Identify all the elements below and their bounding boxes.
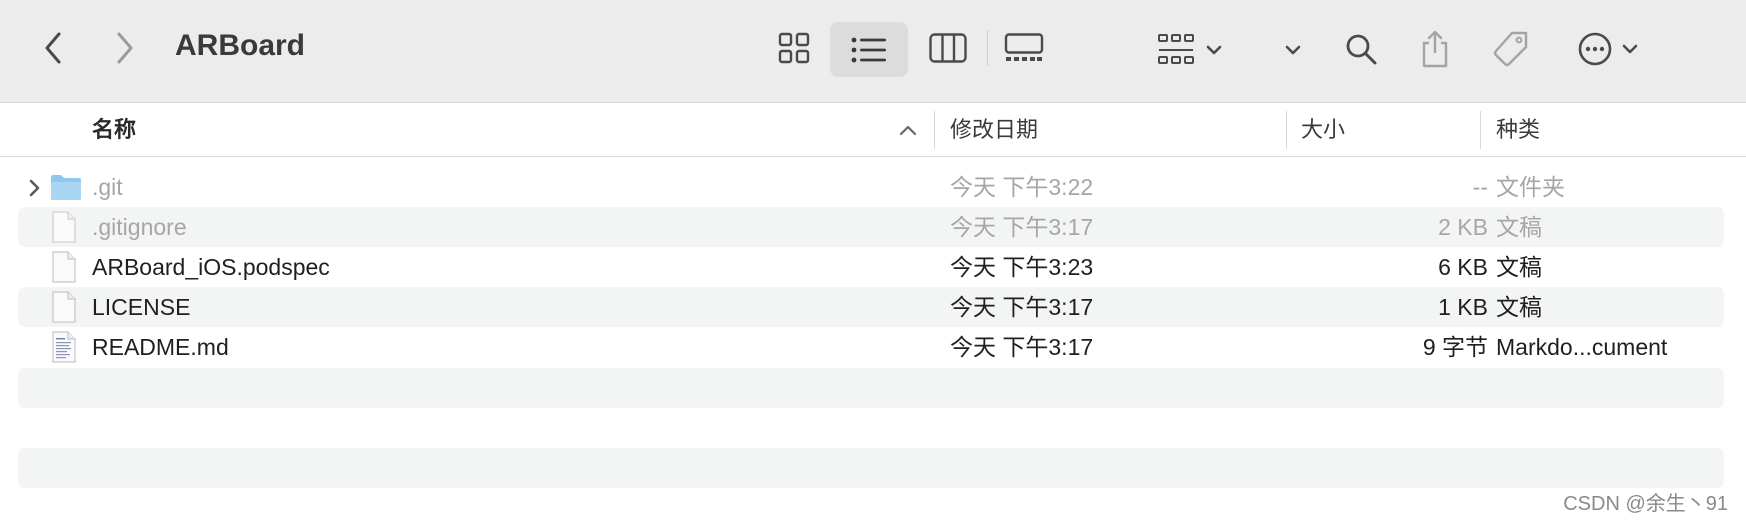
grid-icon xyxy=(778,32,810,64)
file-size: 2 KB xyxy=(1438,214,1488,240)
gallery-icon xyxy=(1004,33,1044,61)
back-button[interactable] xyxy=(36,28,70,68)
gallery-view-button[interactable] xyxy=(1000,22,1048,74)
window-title: ARBoard xyxy=(175,29,306,62)
group-icon xyxy=(1158,34,1194,64)
disclosure-triangle-icon[interactable] xyxy=(28,179,40,197)
ellipsis-circle-icon xyxy=(1578,32,1612,66)
file-size: 6 KB xyxy=(1438,254,1488,280)
search-button[interactable] xyxy=(1340,26,1382,72)
chevron-right-icon xyxy=(117,32,133,64)
sort-ascending-icon[interactable] xyxy=(898,123,918,137)
file-name: ARBoard_iOS.podspec xyxy=(92,254,330,280)
file-modified: 今天 下午3:17 xyxy=(950,334,1094,360)
action-menu-button[interactable] xyxy=(1572,26,1644,72)
file-modified: 今天 下午3:17 xyxy=(950,214,1094,240)
file-size: 9 字节 xyxy=(1422,334,1488,360)
file-kind: 文稿 xyxy=(1496,294,1542,320)
file-kind: Markdo...cument xyxy=(1496,334,1668,360)
document-icon xyxy=(52,251,76,283)
file-size: -- xyxy=(1472,174,1488,200)
watermark: CSDN @余生丶91 xyxy=(1563,493,1728,515)
file-modified: 今天 下午3:23 xyxy=(950,254,1094,280)
tag-icon xyxy=(1493,31,1528,67)
chevron-left-icon xyxy=(45,32,61,64)
share-button[interactable] xyxy=(1414,24,1456,74)
group-by-button[interactable] xyxy=(1152,24,1228,76)
file-kind: 文稿 xyxy=(1496,254,1542,280)
file-modified: 今天 下午3:17 xyxy=(950,294,1094,320)
column-name-header[interactable]: 名称 xyxy=(92,103,136,156)
empty-row-stripe xyxy=(18,448,1724,488)
column-header: 名称 修改日期 大小 种类 xyxy=(0,103,1746,157)
file-kind: 文件夹 xyxy=(1496,174,1565,200)
chevron-down-icon xyxy=(1622,44,1638,54)
search-icon xyxy=(1346,34,1377,65)
list-icon xyxy=(851,37,886,62)
chevron-down-icon xyxy=(1206,45,1222,55)
document-icon xyxy=(52,211,76,243)
file-row-readme[interactable]: README.md 今天 下午3:17 9 字节 Markdo...cument xyxy=(18,327,1724,367)
column-view-button[interactable] xyxy=(924,22,972,74)
file-name: README.md xyxy=(92,334,229,360)
empty-row-stripe xyxy=(18,368,1724,408)
share-icon xyxy=(1422,30,1448,68)
markdown-file-icon xyxy=(52,331,76,363)
icon-view-button[interactable] xyxy=(770,22,818,74)
chevron-down-icon xyxy=(1285,45,1301,55)
file-row-gitignore[interactable]: .gitignore 今天 下午3:17 2 KB 文稿 xyxy=(18,207,1724,247)
file-name: LICENSE xyxy=(92,294,191,320)
forward-button[interactable] xyxy=(108,28,142,68)
folder-icon xyxy=(51,175,81,200)
toolbar: ARBoard xyxy=(0,0,1746,103)
document-icon xyxy=(52,291,76,323)
file-kind: 文稿 xyxy=(1496,214,1542,240)
file-name: .git xyxy=(92,174,123,200)
file-row-license[interactable]: LICENSE 今天 下午3:17 1 KB 文稿 xyxy=(18,287,1724,327)
list-view-button[interactable] xyxy=(830,22,908,77)
file-name: .gitignore xyxy=(92,214,187,240)
more-actions-button[interactable] xyxy=(1276,30,1310,70)
file-row-git[interactable]: .git 今天 下午3:22 -- 文件夹 xyxy=(18,167,1724,207)
file-size: 1 KB xyxy=(1438,294,1488,320)
columns-icon xyxy=(929,33,967,63)
file-modified: 今天 下午3:22 xyxy=(950,174,1094,200)
column-modified-header[interactable]: 修改日期 xyxy=(950,103,1038,156)
tag-button[interactable] xyxy=(1488,26,1534,72)
column-size-header[interactable]: 大小 xyxy=(1301,103,1345,156)
column-kind-header[interactable]: 种类 xyxy=(1496,103,1540,156)
file-row-podspec[interactable]: ARBoard_iOS.podspec 今天 下午3:23 6 KB 文稿 xyxy=(18,247,1724,287)
